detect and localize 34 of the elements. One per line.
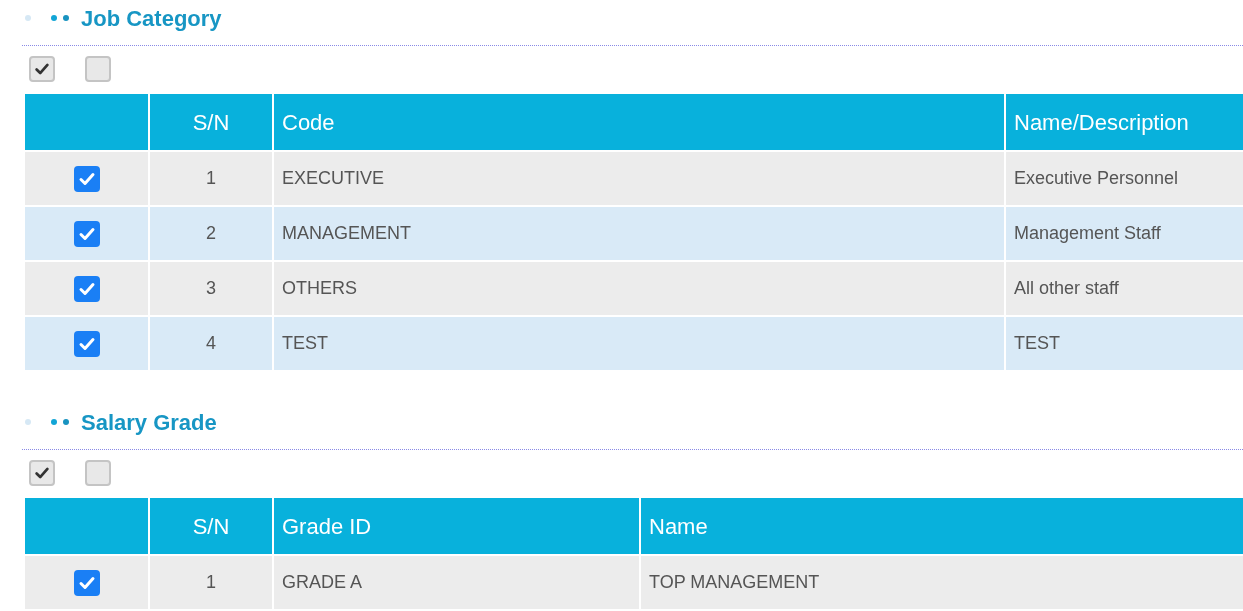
table-cell: TOP MANAGEMENT — [641, 556, 1243, 609]
checkbox[interactable] — [73, 165, 100, 192]
table-cell: MANAGEMENT — [274, 207, 1004, 260]
checkbox[interactable] — [73, 220, 100, 247]
column-header: S/N — [150, 498, 272, 554]
column-header: Grade ID — [274, 498, 639, 554]
section-title: Job Category — [81, 4, 222, 33]
checkbox[interactable] — [29, 460, 55, 486]
table-cell: GRADE A — [274, 556, 639, 609]
table-cell: 1 — [150, 152, 272, 205]
table-cell: 3 — [150, 262, 272, 315]
checkbox[interactable] — [73, 569, 100, 596]
table-cell: Management Staff — [1006, 207, 1243, 260]
column-header: Name/Description — [1006, 94, 1243, 150]
table-cell: OTHERS — [274, 262, 1004, 315]
dots-icon — [51, 419, 69, 425]
table-cell: TEST — [274, 317, 1004, 370]
column-header: Name — [641, 498, 1243, 554]
dots-icon — [51, 15, 69, 21]
section-title: Salary Grade — [81, 408, 217, 437]
table-cell: 2 — [150, 207, 272, 260]
checkbox[interactable] — [85, 56, 111, 82]
table-cell: All other staff — [1006, 262, 1243, 315]
table-cell: 1 — [150, 556, 272, 609]
table-cell: EXECUTIVE — [274, 152, 1004, 205]
checkbox[interactable] — [29, 56, 55, 82]
checkbox[interactable] — [73, 275, 100, 302]
column-header: S/N — [150, 94, 272, 150]
column-header: Code — [274, 94, 1004, 150]
checkbox[interactable] — [85, 460, 111, 486]
table-cell: Executive Personnel — [1006, 152, 1243, 205]
table-cell: TEST — [1006, 317, 1243, 370]
table-cell: 4 — [150, 317, 272, 370]
checkbox[interactable] — [73, 330, 100, 357]
